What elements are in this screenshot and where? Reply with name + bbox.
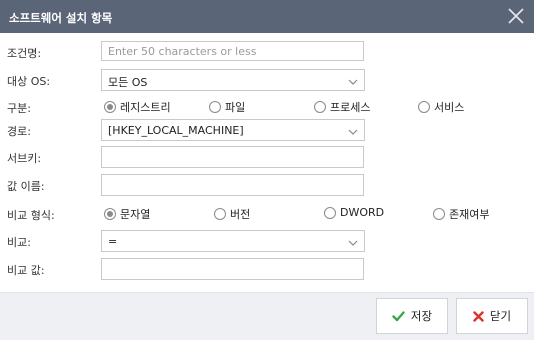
radio-icon bbox=[314, 101, 326, 113]
compare-type-radio-string[interactable]: 문자열 bbox=[104, 206, 150, 222]
radio-icon bbox=[324, 206, 336, 219]
radio-icon bbox=[418, 101, 430, 113]
compare-value-input[interactable] bbox=[101, 258, 364, 280]
title-bar: 소프트웨어 설치 항목 bbox=[0, 0, 534, 33]
radio-label: 존재여부 bbox=[449, 208, 490, 221]
software-install-dialog: 소프트웨어 설치 항목 조건명: 대상 OS: 모든 OS 구분: 레지스트리 … bbox=[0, 0, 534, 340]
value-name-input[interactable] bbox=[101, 174, 364, 196]
compare-select[interactable]: = bbox=[101, 230, 365, 252]
radio-label: 버전 bbox=[230, 208, 251, 221]
radio-label: 파일 bbox=[225, 101, 246, 114]
category-radio-file[interactable]: 파일 bbox=[209, 99, 245, 115]
compare-value: = bbox=[108, 235, 118, 248]
path-label: 경로: bbox=[7, 125, 31, 138]
compare-type-radio-version[interactable]: 버전 bbox=[214, 206, 250, 222]
check-icon bbox=[392, 310, 405, 321]
radio-icon bbox=[209, 101, 221, 113]
category-radio-registry[interactable]: 레지스트리 bbox=[104, 99, 171, 115]
path-select[interactable]: [HKEY_LOCAL_MACHINE] bbox=[101, 119, 365, 141]
compare-value-label: 비교 값: bbox=[7, 264, 45, 277]
dialog-footer: 저장 닫기 bbox=[0, 292, 534, 340]
condition-name-input[interactable] bbox=[101, 41, 364, 61]
compare-label: 비교: bbox=[7, 236, 31, 249]
target-os-select[interactable]: 모든 OS bbox=[101, 69, 365, 91]
radio-label: 레지스트리 bbox=[120, 101, 171, 114]
category-radio-service[interactable]: 서비스 bbox=[418, 99, 464, 115]
compare-type-radio-exists[interactable]: 존재여부 bbox=[433, 206, 489, 222]
chevron-down-icon bbox=[348, 237, 358, 250]
condition-name-label: 조건명: bbox=[7, 47, 42, 60]
path-value: [HKEY_LOCAL_MACHINE] bbox=[108, 124, 244, 137]
radio-label: 문자열 bbox=[120, 208, 151, 221]
target-os-value: 모든 OS bbox=[108, 76, 148, 89]
radio-icon bbox=[214, 208, 226, 220]
compare-type-radio-dword[interactable]: DWORD bbox=[324, 206, 384, 219]
target-os-label: 대상 OS: bbox=[7, 75, 51, 88]
close-button[interactable]: 닫기 bbox=[456, 298, 528, 334]
save-button-label: 저장 bbox=[410, 309, 433, 323]
subkey-input[interactable] bbox=[101, 146, 364, 168]
dialog-body: 조건명: 대상 OS: 모든 OS 구분: 레지스트리 파일 프로세스 서비스 bbox=[0, 33, 534, 292]
close-icon[interactable] bbox=[506, 6, 526, 26]
radio-selected-icon bbox=[104, 208, 116, 220]
category-label: 구분: bbox=[7, 102, 31, 115]
radio-label: DWORD bbox=[340, 206, 385, 219]
category-radio-process[interactable]: 프로세스 bbox=[314, 99, 370, 115]
radio-label: 서비스 bbox=[434, 101, 465, 114]
dialog-title: 소프트웨어 설치 항목 bbox=[9, 11, 113, 25]
x-icon bbox=[473, 310, 484, 322]
close-button-label: 닫기 bbox=[489, 309, 512, 323]
chevron-down-icon bbox=[348, 126, 358, 139]
radio-selected-icon bbox=[104, 101, 116, 113]
radio-label: 프로세스 bbox=[330, 101, 371, 114]
subkey-label: 서브키: bbox=[7, 152, 42, 165]
radio-icon bbox=[433, 208, 445, 220]
compare-type-label: 비교 형식: bbox=[7, 209, 55, 222]
save-button[interactable]: 저장 bbox=[376, 298, 448, 334]
chevron-down-icon bbox=[348, 76, 358, 89]
value-name-label: 값 이름: bbox=[7, 180, 45, 193]
